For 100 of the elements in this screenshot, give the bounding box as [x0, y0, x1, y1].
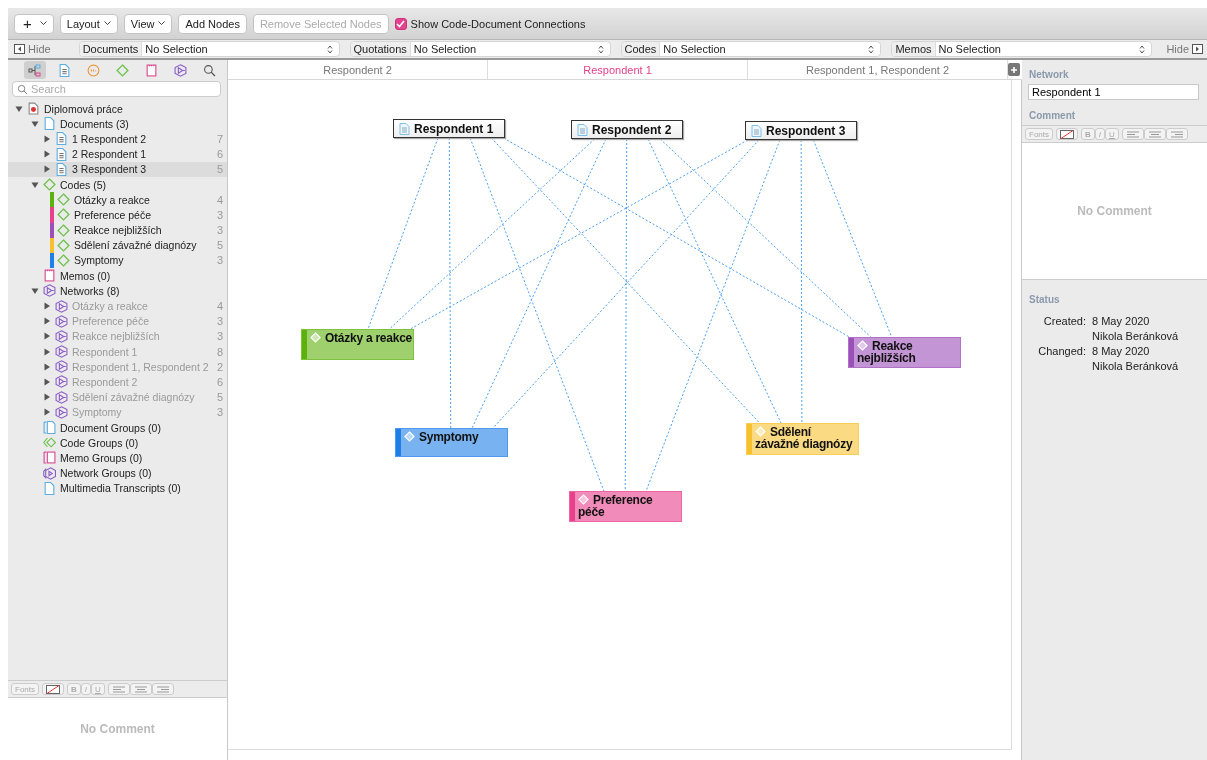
item-count: 4	[216, 193, 223, 206]
checkbox-label: Show Code-Document Connections	[410, 17, 586, 30]
text-color-button[interactable]	[1056, 128, 1078, 140]
tree-row[interactable]: Reakce nejbližších 3	[8, 222, 227, 238]
network-name-field[interactable]: Respondent 1	[1028, 84, 1199, 100]
navigator-tab[interactable]	[24, 61, 46, 79]
diamond-icon	[57, 208, 70, 222]
code-node[interactable]: Symptomy	[395, 428, 508, 457]
item-count: 3	[216, 224, 223, 237]
tree-row[interactable]: Document Groups (0)	[8, 419, 227, 436]
tree-row[interactable]: 1 Respondent 2 7	[8, 131, 227, 147]
sidebar-toggle-icon	[14, 44, 25, 54]
network-icon	[173, 63, 187, 77]
tree-row[interactable]: Otázky a reakce 4	[8, 192, 227, 208]
align-right-button[interactable]	[1165, 128, 1188, 140]
filter-select[interactable]: Documents No Selection	[78, 41, 340, 57]
network-group-icon	[43, 466, 56, 480]
status-author: Nikola Beránková	[1092, 329, 1180, 344]
tree-label: Code Groups (0)	[60, 436, 139, 449]
item-count: 3	[216, 208, 223, 221]
tree-label: Otázky a reakce	[74, 193, 150, 206]
tree-row[interactable]: Memo Groups (0)	[8, 450, 227, 466]
tree-row[interactable]: Multimedia Transcripts (0)	[8, 480, 227, 496]
tree-label: Respondent 1	[72, 345, 138, 358]
network-icon	[55, 314, 68, 328]
menu-button[interactable]: Layout	[59, 13, 118, 34]
search-input[interactable]: Search	[31, 83, 220, 95]
document-node[interactable]: Respondent 3	[745, 121, 857, 140]
network-icon	[55, 345, 68, 359]
tree-row[interactable]: Sdělení závažné diagnózy 5	[8, 237, 227, 253]
align-icon	[133, 685, 148, 693]
section-heading: Status	[1028, 293, 1061, 307]
network-icon	[43, 284, 56, 298]
align-right-button[interactable]	[151, 683, 174, 695]
document-icon	[55, 147, 68, 161]
add-menu-button[interactable]: +	[14, 13, 54, 34]
tree-row[interactable]: Diplomová práce	[8, 101, 227, 117]
diamond-icon	[857, 340, 868, 351]
hide-button[interactable]: Hide	[14, 43, 51, 55]
add-tab-button[interactable]	[1008, 63, 1020, 76]
caret-icon	[39, 21, 47, 26]
search-field[interactable]: Search	[12, 81, 221, 97]
tree-row[interactable]: Codes (5)	[8, 176, 227, 193]
empty-comment-text: No Comment	[80, 722, 155, 736]
diamond-icon	[57, 253, 70, 267]
filter-select[interactable]: Codes No Selection	[620, 41, 882, 57]
tree-label: Symptomy	[74, 254, 124, 267]
diamond-icon	[57, 223, 70, 237]
checkbox[interactable]	[394, 17, 407, 30]
code-node[interactable]: Sdělení závažné diagnózy	[746, 423, 859, 455]
align-left-button[interactable]	[1121, 128, 1144, 140]
tree-row[interactable]: Preference péče 3	[8, 207, 227, 223]
hide-button[interactable]: Hide	[1166, 43, 1203, 55]
item-count: 2	[216, 360, 223, 373]
tree-label: Document Groups (0)	[60, 421, 161, 434]
tree-label: Sdělení závažné diagnózy	[74, 239, 197, 252]
item-count: 5	[216, 391, 223, 404]
sidebar-toggle-icon	[1192, 44, 1203, 54]
tree-row[interactable]: Documents (3)	[8, 116, 227, 132]
search-icon	[17, 83, 28, 95]
diamond-icon	[57, 193, 70, 207]
memo-group-icon	[43, 451, 56, 465]
status-label: Created:	[1042, 314, 1086, 329]
section-heading: Comment	[1028, 109, 1077, 123]
checkmark-icon	[396, 19, 406, 28]
document-icon	[751, 124, 762, 137]
code-group-icon	[43, 436, 56, 450]
empty-comment-text: No Comment	[1077, 204, 1152, 218]
item-count: 7	[216, 132, 223, 145]
status-label: Changed:	[1037, 344, 1086, 359]
align-center-button[interactable]	[1143, 128, 1166, 140]
document-node[interactable]: Respondent 1	[393, 119, 505, 138]
item-count: 5	[216, 239, 223, 252]
tree-row[interactable]: Networks (8)	[8, 283, 227, 299]
tree-row[interactable]: 3 Respondent 3 5	[8, 161, 227, 177]
code-node[interactable]: Preference péče	[569, 491, 682, 522]
diamond-icon	[404, 431, 415, 442]
caret-icon	[158, 21, 166, 26]
align-icon	[1147, 130, 1162, 138]
code-node[interactable]: Otázky a reakce	[301, 329, 414, 360]
filter-select[interactable]: Quotations No Selection	[349, 41, 611, 57]
document-node[interactable]: Respondent 2	[571, 120, 683, 139]
tree-row[interactable]: Symptomy 3	[8, 252, 227, 269]
align-icon	[1125, 130, 1140, 138]
tree-row[interactable]: Network Groups (0)	[8, 465, 227, 481]
toolbar-button[interactable]: Add Nodes	[178, 13, 247, 34]
document-icon	[399, 122, 410, 135]
align-center-button[interactable]	[129, 683, 152, 695]
project-icon	[27, 102, 40, 116]
align-left-button[interactable]	[107, 683, 130, 695]
filter-select[interactable]: Memos No Selection	[891, 41, 1153, 57]
tree-row[interactable]: Code Groups (0)	[8, 435, 227, 451]
menu-button[interactable]: View	[123, 13, 173, 34]
code-node[interactable]: Reakce nejbližších	[848, 337, 961, 368]
tree-row[interactable]: Memos (0)	[8, 268, 227, 284]
tree-row[interactable]: 2 Respondent 1 6	[8, 146, 227, 162]
text-color-button[interactable]	[42, 683, 64, 695]
item-count: 3	[216, 330, 223, 343]
section-heading: Network	[1028, 68, 1070, 82]
document-icon	[55, 132, 68, 146]
